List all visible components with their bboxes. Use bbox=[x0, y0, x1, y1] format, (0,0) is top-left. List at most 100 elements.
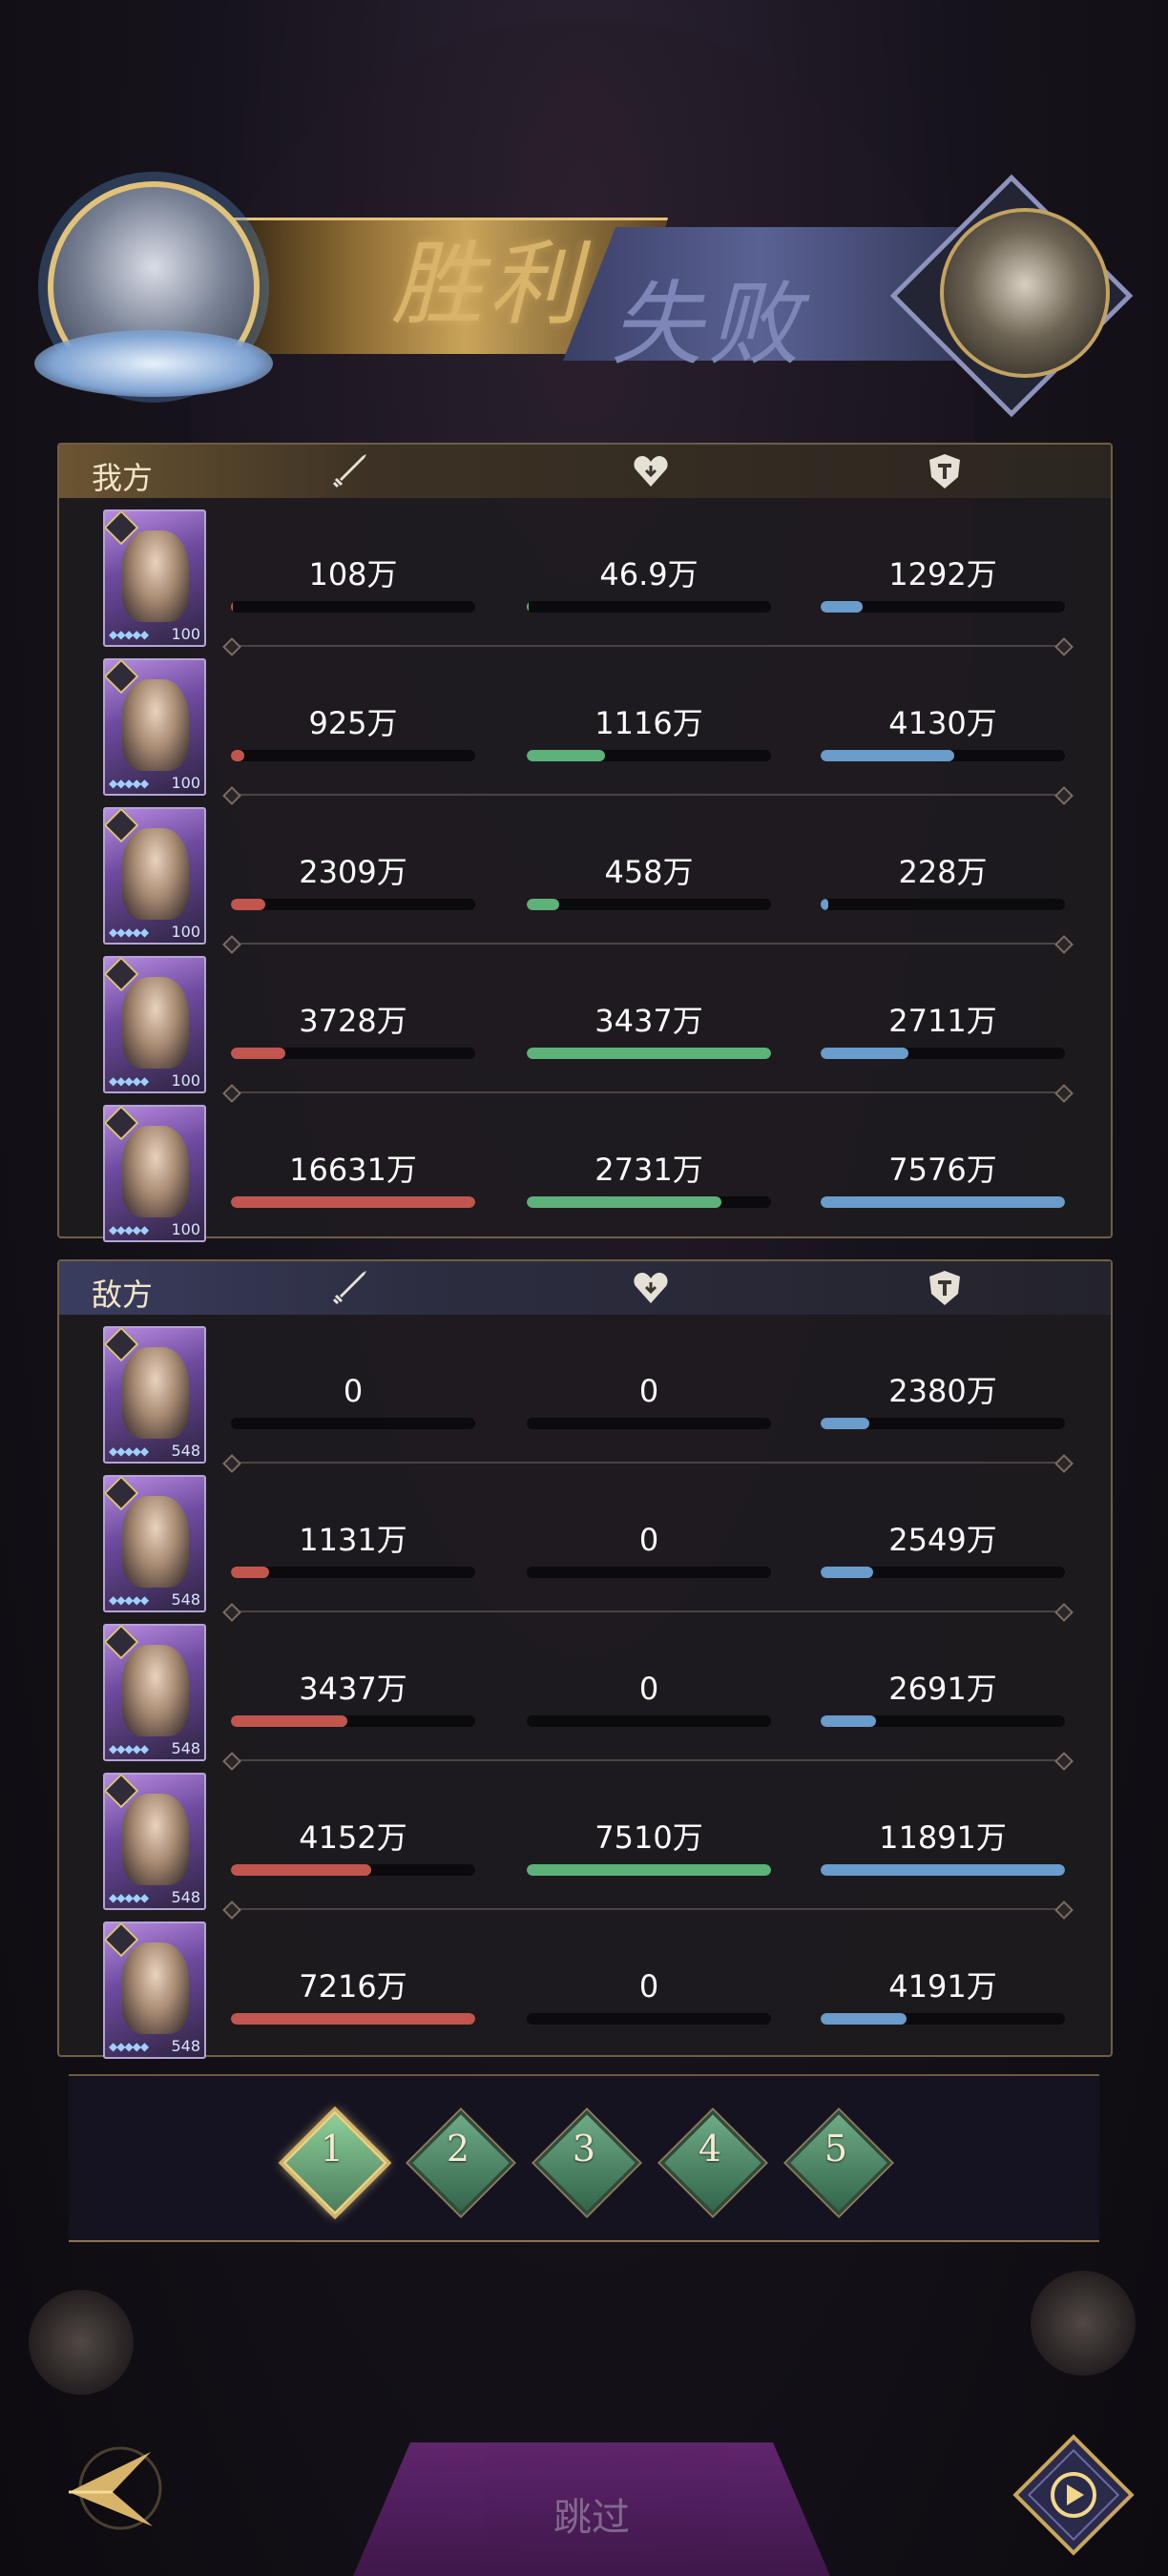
healing-value: 0 bbox=[638, 1968, 659, 2005]
damage-value: 7216万 bbox=[299, 1968, 407, 2005]
star-rating-icon: ◆◆◆◆◆ bbox=[109, 1444, 149, 1458]
damage-value: 2309万 bbox=[299, 854, 407, 890]
damage-stat: 3728万 bbox=[231, 1002, 475, 1059]
hero-card[interactable]: ◆◆◆◆◆ 548 bbox=[103, 1773, 206, 1910]
hero-card[interactable]: ◆◆◆◆◆ 548 bbox=[103, 1326, 206, 1464]
damage-bar bbox=[231, 1418, 475, 1429]
round-tab-label: 4 bbox=[698, 2128, 722, 2170]
damage-bar bbox=[231, 1048, 475, 1059]
damage-taken-value: 1292万 bbox=[888, 556, 997, 592]
enemy-panel-header: 敌方 bbox=[59, 1261, 1111, 1315]
hero-level: 100 bbox=[171, 1220, 200, 1238]
hero-portrait bbox=[122, 530, 189, 622]
damage-value: 4152万 bbox=[299, 1819, 407, 1856]
healing-bar bbox=[527, 1418, 771, 1429]
damage-value: 3437万 bbox=[299, 1671, 407, 1707]
skip-label: 跳过 bbox=[553, 2496, 630, 2540]
damage-stat: 3437万 bbox=[231, 1670, 475, 1727]
row-divider bbox=[231, 794, 1065, 796]
hero-level: 548 bbox=[171, 1888, 200, 1906]
row-divider bbox=[231, 1908, 1065, 1910]
hero-card[interactable]: ◆◆◆◆◆ 100 bbox=[103, 1105, 206, 1242]
enemy-hero-row: ◆◆◆◆◆ 548 0 0 2380万 bbox=[59, 1320, 1111, 1469]
hero-card[interactable]: ◆◆◆◆◆ 100 bbox=[103, 509, 206, 647]
side-orb-left bbox=[29, 2290, 134, 2395]
damage-taken-value: 2549万 bbox=[888, 1522, 997, 1558]
result-banner: 胜利 失败 bbox=[29, 162, 1145, 418]
enemy-hero-row: ◆◆◆◆◆ 548 4152万 7510万 11891万 bbox=[59, 1767, 1111, 1916]
damage-bar-fill bbox=[231, 2013, 475, 2025]
damage-taken-stat: 4130万 bbox=[821, 704, 1065, 761]
hero-card[interactable]: ◆◆◆◆◆ 548 bbox=[103, 1624, 206, 1761]
healing-bar bbox=[527, 2013, 771, 2025]
damage-taken-bar-fill bbox=[821, 1864, 1065, 1876]
damage-value: 16631万 bbox=[289, 1152, 417, 1188]
healing-value: 458万 bbox=[604, 854, 694, 890]
damage-value: 108万 bbox=[308, 556, 398, 592]
healing-bar bbox=[527, 1864, 771, 1876]
damage-taken-bar bbox=[821, 1864, 1065, 1876]
ally-hero-row: ◆◆◆◆◆ 100 2309万 458万 228万 bbox=[59, 801, 1111, 950]
damage-bar-fill bbox=[231, 1715, 347, 1727]
healing-bar-fill bbox=[527, 1048, 771, 1059]
healing-value: 1116万 bbox=[594, 705, 703, 741]
hero-card[interactable]: ◆◆◆◆◆ 548 bbox=[103, 1475, 206, 1612]
round-tab-label: 5 bbox=[824, 2128, 848, 2170]
damage-taken-value: 2380万 bbox=[888, 1373, 997, 1409]
damage-taken-bar bbox=[821, 1196, 1065, 1208]
replay-button[interactable] bbox=[1012, 2433, 1136, 2557]
hero-level: 100 bbox=[171, 774, 200, 792]
hero-level: 548 bbox=[171, 2037, 200, 2055]
hero-card[interactable]: ◆◆◆◆◆ 100 bbox=[103, 807, 206, 945]
damage-bar-fill bbox=[231, 601, 233, 613]
healing-stat: 0 bbox=[527, 1372, 771, 1429]
star-rating-icon: ◆◆◆◆◆ bbox=[109, 1593, 149, 1607]
damage-taken-bar-fill bbox=[821, 1048, 908, 1059]
enemy-hero-row: ◆◆◆◆◆ 548 7216万 0 4191万 bbox=[59, 1916, 1111, 2065]
star-rating-icon: ◆◆◆◆◆ bbox=[109, 1074, 149, 1088]
hero-card[interactable]: ◆◆◆◆◆ 100 bbox=[103, 658, 206, 796]
healing-bar bbox=[527, 1715, 771, 1727]
damage-bar-fill bbox=[231, 750, 245, 761]
damage-taken-value: 4191万 bbox=[888, 1968, 997, 2005]
damage-taken-bar-fill bbox=[821, 1418, 870, 1429]
enemy-hero-row: ◆◆◆◆◆ 548 3437万 0 2691万 bbox=[59, 1618, 1111, 1767]
star-rating-icon: ◆◆◆◆◆ bbox=[109, 777, 149, 790]
damage-taken-stat: 4191万 bbox=[821, 1967, 1065, 2025]
star-rating-icon: ◆◆◆◆◆ bbox=[109, 1891, 149, 1904]
damage-taken-value: 11891万 bbox=[879, 1819, 1007, 1856]
healing-value: 46.9万 bbox=[599, 556, 699, 592]
damage-value: 1131万 bbox=[299, 1522, 407, 1558]
damage-taken-bar-fill bbox=[821, 601, 863, 613]
damage-taken-bar-fill bbox=[821, 1715, 876, 1727]
ally-hero-row: ◆◆◆◆◆ 100 16631万 2731万 7576万 bbox=[59, 1099, 1111, 1248]
skip-button[interactable]: 跳过 bbox=[353, 2442, 830, 2576]
hero-portrait bbox=[122, 1645, 189, 1736]
healing-stat: 2731万 bbox=[527, 1151, 771, 1208]
damage-bar bbox=[231, 601, 475, 613]
healing-bar-fill bbox=[527, 601, 529, 613]
back-button[interactable] bbox=[46, 2431, 179, 2545]
hero-portrait bbox=[122, 1347, 189, 1439]
hero-level: 548 bbox=[171, 1590, 200, 1609]
damage-stat: 0 bbox=[231, 1372, 475, 1429]
damage-taken-value: 7576万 bbox=[888, 1152, 997, 1188]
damage-taken-value: 4130万 bbox=[888, 705, 997, 741]
damage-stat: 1131万 bbox=[231, 1521, 475, 1578]
damage-taken-value: 2691万 bbox=[888, 1671, 997, 1707]
back-arrow-icon bbox=[69, 2446, 162, 2530]
hero-level: 100 bbox=[171, 1071, 200, 1090]
damage-stat: 16631万 bbox=[231, 1151, 475, 1208]
healing-bar bbox=[527, 1196, 771, 1208]
defeat-label: 失败 bbox=[611, 271, 805, 378]
hero-card[interactable]: ◆◆◆◆◆ 548 bbox=[103, 1922, 206, 2059]
healing-stat: 458万 bbox=[527, 853, 771, 910]
damage-taken-bar-fill bbox=[821, 2013, 907, 2025]
sword-icon bbox=[328, 450, 370, 492]
round-tabs: 1 2 3 4 5 bbox=[69, 2074, 1099, 2242]
row-divider bbox=[231, 1091, 1065, 1093]
damage-bar bbox=[231, 2013, 475, 2025]
damage-taken-bar-fill bbox=[821, 1196, 1065, 1208]
ally-panel-header: 我方 bbox=[59, 445, 1111, 498]
hero-card[interactable]: ◆◆◆◆◆ 100 bbox=[103, 956, 206, 1093]
